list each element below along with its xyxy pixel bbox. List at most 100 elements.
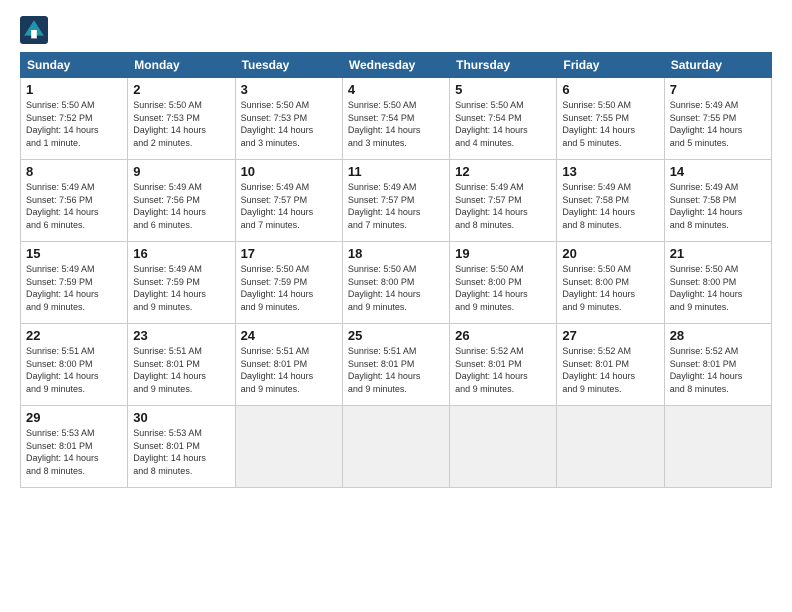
logo-icon: [20, 16, 48, 44]
calendar-day-cell: 12 Sunrise: 5:49 AM Sunset: 7:57 PM Dayli…: [450, 160, 557, 242]
day-info: Sunrise: 5:50 AM Sunset: 7:55 PM Dayligh…: [562, 99, 658, 149]
day-info: Sunrise: 5:53 AM Sunset: 8:01 PM Dayligh…: [133, 427, 229, 477]
calendar-day-cell: 29 Sunrise: 5:53 AM Sunset: 8:01 PM Dayli…: [21, 406, 128, 488]
day-info: Sunrise: 5:50 AM Sunset: 8:00 PM Dayligh…: [670, 263, 766, 313]
day-info: Sunrise: 5:50 AM Sunset: 7:53 PM Dayligh…: [133, 99, 229, 149]
day-header-thursday: Thursday: [450, 53, 557, 78]
calendar-day-cell: 25Sunrise: 5:51 AM Sunset: 8:01 PM Dayli…: [342, 324, 449, 406]
day-number: 19: [455, 246, 551, 261]
calendar-day-cell: 27 Sunrise: 5:52 AM Sunset: 8:01 PM Dayli…: [557, 324, 664, 406]
day-number: 10: [241, 164, 337, 179]
day-number: 7: [670, 82, 766, 97]
day-number: 14: [670, 164, 766, 179]
day-number: 18: [348, 246, 444, 261]
day-info: Sunrise: 5:49 AM Sunset: 7:59 PM Dayligh…: [133, 263, 229, 313]
day-number: 1: [26, 82, 122, 97]
day-number: 20: [562, 246, 658, 261]
day-number: 24: [241, 328, 337, 343]
calendar-day-cell: 13 Sunrise: 5:49 AM Sunset: 7:58 PM Dayli…: [557, 160, 664, 242]
day-header-wednesday: Wednesday: [342, 53, 449, 78]
calendar-day-cell: [450, 406, 557, 488]
day-header-monday: Monday: [128, 53, 235, 78]
day-header-saturday: Saturday: [664, 53, 771, 78]
calendar-day-cell: 23 Sunrise: 5:51 AM Sunset: 8:01 PM Dayli…: [128, 324, 235, 406]
calendar-day-cell: 1 Sunrise: 5:50 AM Sunset: 7:52 PM Daylig…: [21, 78, 128, 160]
calendar-week-row: 1 Sunrise: 5:50 AM Sunset: 7:52 PM Daylig…: [21, 78, 772, 160]
calendar-day-cell: 14 Sunrise: 5:49 AM Sunset: 7:58 PM Dayli…: [664, 160, 771, 242]
day-info: Sunrise: 5:49 AM Sunset: 7:56 PM Dayligh…: [26, 181, 122, 231]
day-number: 12: [455, 164, 551, 179]
calendar-day-cell: [664, 406, 771, 488]
day-number: 26: [455, 328, 551, 343]
day-info: Sunrise: 5:49 AM Sunset: 7:57 PM Dayligh…: [241, 181, 337, 231]
day-number: 27: [562, 328, 658, 343]
day-number: 25: [348, 328, 444, 343]
day-header-tuesday: Tuesday: [235, 53, 342, 78]
day-info: Sunrise: 5:49 AM Sunset: 7:58 PM Dayligh…: [562, 181, 658, 231]
calendar-day-cell: 28Sunrise: 5:52 AM Sunset: 8:01 PM Dayli…: [664, 324, 771, 406]
day-info: Sunrise: 5:52 AM Sunset: 8:01 PM Dayligh…: [455, 345, 551, 395]
day-info: Sunrise: 5:49 AM Sunset: 7:58 PM Dayligh…: [670, 181, 766, 231]
calendar-week-row: 8 Sunrise: 5:49 AM Sunset: 7:56 PM Daylig…: [21, 160, 772, 242]
calendar-day-cell: [235, 406, 342, 488]
day-number: 11: [348, 164, 444, 179]
day-number: 4: [348, 82, 444, 97]
calendar-day-cell: 15Sunrise: 5:49 AM Sunset: 7:59 PM Dayli…: [21, 242, 128, 324]
day-number: 3: [241, 82, 337, 97]
calendar-day-cell: [557, 406, 664, 488]
calendar-day-cell: [342, 406, 449, 488]
day-info: Sunrise: 5:49 AM Sunset: 7:55 PM Dayligh…: [670, 99, 766, 149]
calendar-day-cell: 6 Sunrise: 5:50 AM Sunset: 7:55 PM Daylig…: [557, 78, 664, 160]
day-info: Sunrise: 5:50 AM Sunset: 7:53 PM Dayligh…: [241, 99, 337, 149]
calendar-day-cell: 20 Sunrise: 5:50 AM Sunset: 8:00 PM Dayli…: [557, 242, 664, 324]
page-header: [20, 16, 772, 44]
calendar-day-cell: 18 Sunrise: 5:50 AM Sunset: 8:00 PM Dayli…: [342, 242, 449, 324]
day-number: 9: [133, 164, 229, 179]
calendar-week-row: 29 Sunrise: 5:53 AM Sunset: 8:01 PM Dayli…: [21, 406, 772, 488]
day-header-sunday: Sunday: [21, 53, 128, 78]
day-info: Sunrise: 5:50 AM Sunset: 7:54 PM Dayligh…: [348, 99, 444, 149]
calendar-day-cell: 10 Sunrise: 5:49 AM Sunset: 7:57 PM Dayli…: [235, 160, 342, 242]
day-number: 2: [133, 82, 229, 97]
calendar-body: 1 Sunrise: 5:50 AM Sunset: 7:52 PM Daylig…: [21, 78, 772, 488]
calendar-day-cell: 22 Sunrise: 5:51 AM Sunset: 8:00 PM Dayli…: [21, 324, 128, 406]
day-info: Sunrise: 5:50 AM Sunset: 7:52 PM Dayligh…: [26, 99, 122, 149]
day-number: 22: [26, 328, 122, 343]
calendar-day-cell: 26 Sunrise: 5:52 AM Sunset: 8:01 PM Dayli…: [450, 324, 557, 406]
day-number: 6: [562, 82, 658, 97]
day-number: 16: [133, 246, 229, 261]
calendar-day-cell: 7 Sunrise: 5:49 AM Sunset: 7:55 PM Daylig…: [664, 78, 771, 160]
day-number: 29: [26, 410, 122, 425]
calendar-table: SundayMondayTuesdayWednesdayThursdayFrid…: [20, 52, 772, 488]
day-info: Sunrise: 5:50 AM Sunset: 7:59 PM Dayligh…: [241, 263, 337, 313]
day-info: Sunrise: 5:51 AM Sunset: 8:01 PM Dayligh…: [241, 345, 337, 395]
calendar-day-cell: 4 Sunrise: 5:50 AM Sunset: 7:54 PM Daylig…: [342, 78, 449, 160]
calendar-day-cell: 24 Sunrise: 5:51 AM Sunset: 8:01 PM Dayli…: [235, 324, 342, 406]
calendar-header-row: SundayMondayTuesdayWednesdayThursdayFrid…: [21, 53, 772, 78]
day-info: Sunrise: 5:53 AM Sunset: 8:01 PM Dayligh…: [26, 427, 122, 477]
calendar-day-cell: 11Sunrise: 5:49 AM Sunset: 7:57 PM Dayli…: [342, 160, 449, 242]
day-info: Sunrise: 5:51 AM Sunset: 8:00 PM Dayligh…: [26, 345, 122, 395]
calendar-day-cell: 3 Sunrise: 5:50 AM Sunset: 7:53 PM Daylig…: [235, 78, 342, 160]
day-info: Sunrise: 5:50 AM Sunset: 8:00 PM Dayligh…: [562, 263, 658, 313]
day-number: 8: [26, 164, 122, 179]
calendar-day-cell: 16 Sunrise: 5:49 AM Sunset: 7:59 PM Dayli…: [128, 242, 235, 324]
day-info: Sunrise: 5:49 AM Sunset: 7:56 PM Dayligh…: [133, 181, 229, 231]
calendar-page: SundayMondayTuesdayWednesdayThursdayFrid…: [0, 0, 792, 612]
calendar-day-cell: 9 Sunrise: 5:49 AM Sunset: 7:56 PM Daylig…: [128, 160, 235, 242]
day-number: 23: [133, 328, 229, 343]
day-number: 21: [670, 246, 766, 261]
day-info: Sunrise: 5:52 AM Sunset: 8:01 PM Dayligh…: [562, 345, 658, 395]
day-number: 5: [455, 82, 551, 97]
day-number: 13: [562, 164, 658, 179]
day-info: Sunrise: 5:50 AM Sunset: 8:00 PM Dayligh…: [348, 263, 444, 313]
day-info: Sunrise: 5:49 AM Sunset: 7:57 PM Dayligh…: [455, 181, 551, 231]
day-number: 17: [241, 246, 337, 261]
day-number: 15: [26, 246, 122, 261]
calendar-day-cell: 2 Sunrise: 5:50 AM Sunset: 7:53 PM Daylig…: [128, 78, 235, 160]
day-info: Sunrise: 5:51 AM Sunset: 8:01 PM Dayligh…: [133, 345, 229, 395]
calendar-week-row: 15 Sunrise: 5:49 AM Sunset: 7:59 PM Dayli…: [21, 242, 772, 324]
day-number: 30: [133, 410, 229, 425]
calendar-week-row: 22 Sunrise: 5:51 AM Sunset: 8:00 PM Dayli…: [21, 324, 772, 406]
day-number: 28: [670, 328, 766, 343]
